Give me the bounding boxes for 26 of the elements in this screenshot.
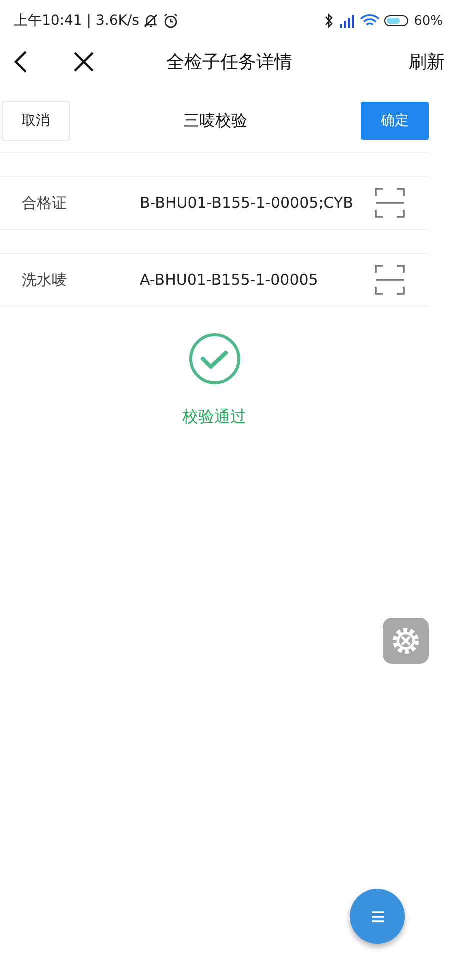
status-text: 上午10:41 | 3.6K/s [14, 12, 140, 30]
field-label: 合格证 [22, 194, 68, 212]
menu-fab[interactable] [350, 889, 405, 944]
cancel-button[interactable]: 取消 [2, 101, 70, 141]
bell-off-icon [143, 13, 160, 29]
field-label: 洗水唛 [22, 270, 68, 290]
signal-icon [338, 14, 356, 28]
battery-percentage: 60% [414, 14, 443, 28]
bluetooth-icon [324, 13, 334, 29]
confirm-button[interactable]: 确定 [361, 102, 429, 140]
menu-icon [370, 910, 384, 922]
check-circle-icon [188, 333, 240, 385]
scan-icon[interactable] [375, 265, 405, 295]
back-icon[interactable] [14, 51, 28, 73]
input-field[interactable]: A-BHU01-B155-1-00005 [140, 271, 375, 289]
close-icon[interactable] [74, 52, 94, 72]
page-title: 全检子任务详情 [166, 51, 292, 74]
result-text: 校验通过 [182, 407, 246, 428]
input-field[interactable]: B-BHU01-B155-1-00005;CYB [140, 194, 375, 212]
scan-icon[interactable] [375, 188, 405, 218]
battery-icon [384, 15, 410, 27]
wifi-icon [360, 14, 380, 28]
section-title: 三唛校验 [184, 110, 248, 132]
refresh-link[interactable]: 刷新 [409, 50, 445, 74]
alarm-icon [163, 13, 180, 29]
tools-gear-icon[interactable] [383, 618, 429, 664]
